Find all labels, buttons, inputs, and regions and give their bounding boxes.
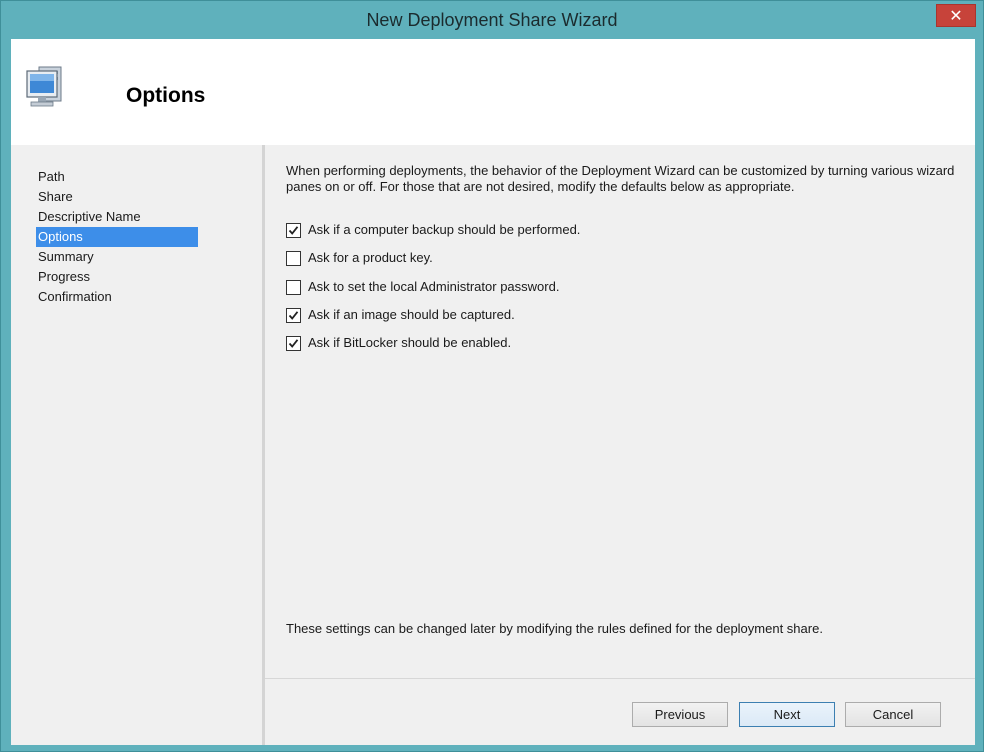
nav-item-descriptive-name[interactable]: Descriptive Name [36,207,198,227]
nav-item-options[interactable]: Options [36,227,198,247]
window-title: New Deployment Share Wizard [366,10,618,30]
option-label: Ask for a product key. [308,250,433,265]
option-label: Ask to set the local Administrator passw… [308,279,560,294]
option-label: Ask if BitLocker should be enabled. [308,335,512,350]
nav-item-summary[interactable]: Summary [36,247,198,267]
button-bar: Previous Next Cancel [265,679,975,745]
wizard-step-list: Path Share Descriptive Name Options Summ… [11,145,265,745]
checkbox[interactable] [286,280,301,295]
checkbox[interactable] [286,251,301,266]
nav-item-progress[interactable]: Progress [36,267,198,287]
option-label: Ask if a computer backup should be perfo… [308,222,581,237]
nav-item-path[interactable]: Path [36,167,198,187]
checkbox[interactable] [286,336,301,351]
wizard-window: New Deployment Share Wizard ✕ Options Pa… [0,0,984,752]
next-button[interactable]: Next [739,702,835,727]
nav-item-confirmation[interactable]: Confirmation [36,287,198,307]
settings-footnote: These settings can be changed later by m… [286,621,823,636]
wizard-header: Options [11,39,975,145]
close-button[interactable]: ✕ [936,4,976,27]
page-title: Options [126,84,206,107]
computer-icon [25,63,81,113]
cancel-button[interactable]: Cancel [845,702,941,727]
nav-item-share[interactable]: Share [36,187,198,207]
option-label: Ask if an image should be captured. [308,307,515,322]
checkbox[interactable] [286,223,301,238]
options-panel: When performing deployments, the behavio… [265,145,975,679]
title-bar[interactable]: New Deployment Share Wizard ✕ [1,1,983,39]
checkbox[interactable] [286,308,301,323]
intro-text: When performing deployments, the behavio… [286,163,955,194]
previous-button[interactable]: Previous [632,702,728,727]
